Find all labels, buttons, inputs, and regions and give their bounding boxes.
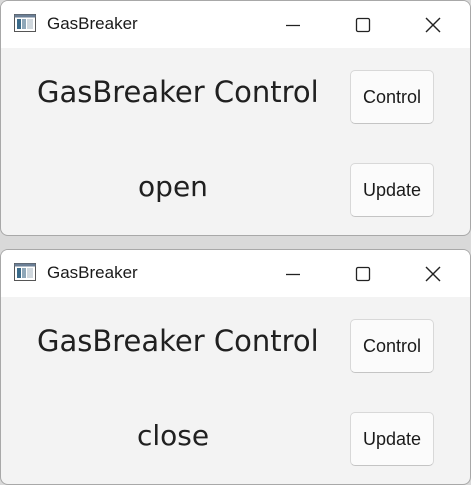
close-icon: [425, 266, 441, 281]
status-label: open: [138, 170, 208, 203]
title-bar[interactable]: GasBreaker: [1, 250, 470, 297]
minimize-button[interactable]: [258, 1, 328, 48]
update-button[interactable]: Update: [350, 412, 434, 466]
close-button[interactable]: [398, 250, 468, 297]
gasbreaker-window-2: GasBreaker GasBreaker Control close Cont…: [0, 249, 471, 485]
maximize-icon: [355, 17, 371, 32]
title-bar[interactable]: GasBreaker: [1, 1, 470, 48]
minimize-icon: [286, 273, 300, 275]
minimize-icon: [286, 24, 300, 26]
maximize-icon: [355, 266, 371, 281]
close-button[interactable]: [398, 1, 468, 48]
control-button[interactable]: Control: [350, 319, 434, 373]
status-label: close: [136, 419, 210, 452]
window-title: GasBreaker: [47, 14, 138, 33]
window-title: GasBreaker: [47, 263, 138, 282]
update-button[interactable]: Update: [350, 163, 434, 217]
control-button[interactable]: Control: [350, 70, 434, 124]
control-heading: GasBreaker Control: [37, 324, 319, 358]
control-heading: GasBreaker Control: [37, 75, 319, 109]
maximize-button[interactable]: [328, 250, 398, 297]
gasbreaker-window-1: GasBreaker GasBreaker Control open Contr…: [0, 0, 471, 236]
maximize-button[interactable]: [328, 1, 398, 48]
close-icon: [425, 17, 441, 32]
app-icon: [14, 263, 36, 281]
minimize-button[interactable]: [258, 250, 328, 297]
app-icon: [14, 14, 36, 32]
